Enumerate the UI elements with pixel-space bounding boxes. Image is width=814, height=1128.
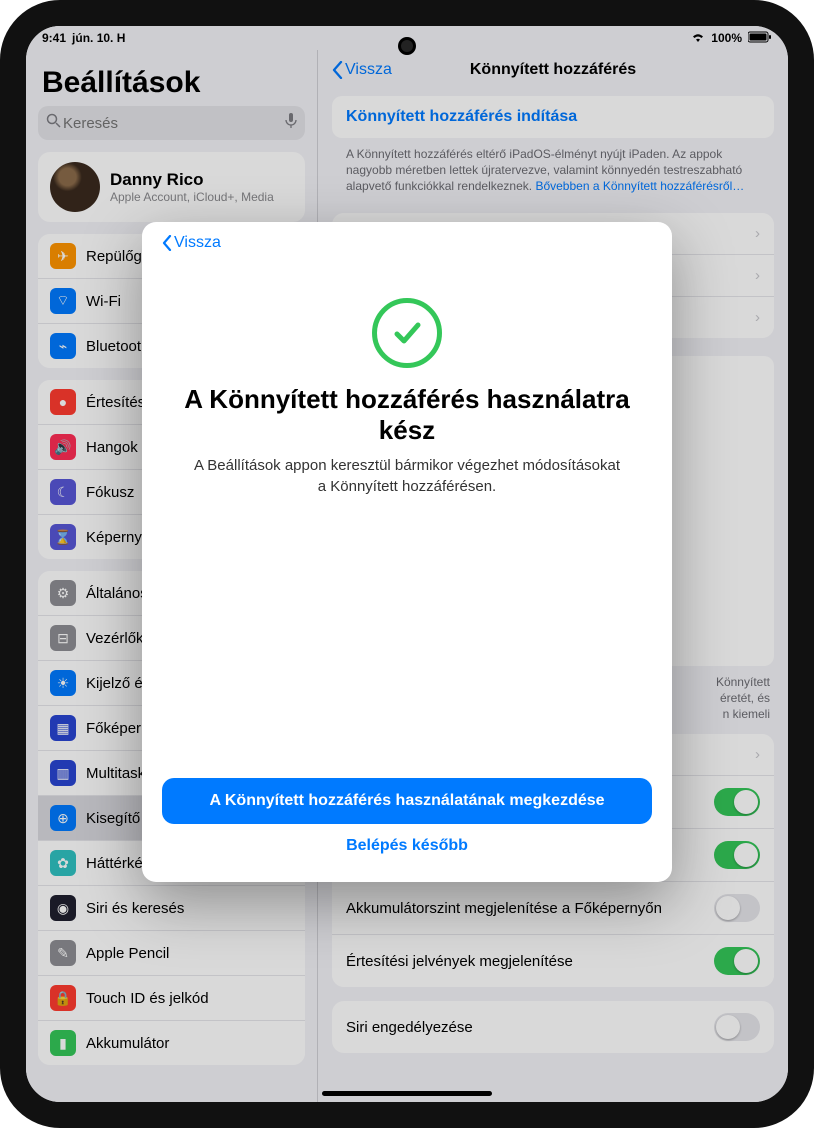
- modal-title: A Könnyített hozzáférés használatra kész: [162, 384, 652, 446]
- front-camera: [401, 40, 413, 52]
- modal-back-label: Vissza: [174, 234, 221, 252]
- modal-subtitle: A Beállítások appon keresztül bármikor v…: [162, 456, 652, 497]
- modal-back-button[interactable]: Vissza: [162, 234, 652, 252]
- home-indicator: [322, 1091, 492, 1096]
- checkmark-circle-icon: [372, 298, 442, 368]
- start-now-button[interactable]: A Könnyített hozzáférés használatának me…: [162, 778, 652, 824]
- enter-later-button[interactable]: Belépés később: [162, 828, 652, 864]
- ready-modal: Vissza A Könnyített hozzáférés használat…: [142, 222, 672, 882]
